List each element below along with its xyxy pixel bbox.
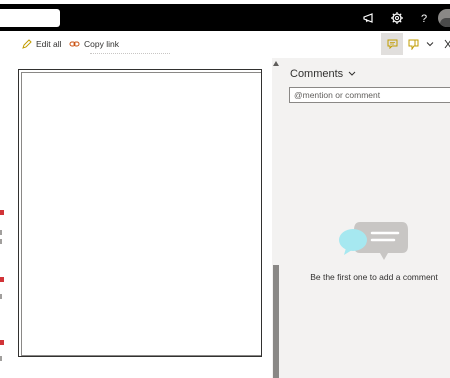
comment-input[interactable] — [289, 87, 450, 103]
nav-marker — [0, 239, 2, 244]
nav-marker — [0, 210, 4, 215]
pencil-icon — [22, 39, 32, 49]
nav-marker — [0, 230, 2, 235]
chevron-down-icon — [348, 71, 356, 76]
scrollbar-thumb[interactable] — [273, 265, 279, 378]
nav-marker — [0, 277, 4, 282]
megaphone-icon[interactable] — [362, 11, 376, 25]
nav-marker — [0, 294, 2, 299]
gear-icon[interactable] — [390, 11, 404, 25]
chevron-down-icon[interactable] — [426, 40, 434, 50]
comments-pane-toggle[interactable] — [381, 33, 403, 55]
link-icon — [69, 41, 80, 47]
avatar[interactable] — [438, 9, 450, 27]
copy-link-label: Copy link — [84, 39, 119, 49]
help-icon[interactable]: ? — [417, 11, 431, 25]
vertical-scrollbar[interactable] — [272, 58, 280, 378]
comments-header[interactable]: Comments — [290, 68, 356, 80]
svg-text:?: ? — [421, 13, 427, 25]
edit-all-label: Edit all — [36, 39, 62, 49]
comment-icon — [387, 39, 398, 49]
scroll-up-icon[interactable] — [273, 61, 279, 66]
nav-marker — [0, 356, 2, 361]
content-canvas[interactable] — [18, 69, 262, 357]
comments-pane: Comments Be the first one to add a comme… — [280, 58, 450, 378]
nav-marker — [0, 340, 4, 345]
comments-title: Comments — [290, 68, 344, 80]
copy-link-button[interactable]: Copy link — [69, 39, 119, 49]
close-icon[interactable] — [444, 39, 450, 51]
text-fragment — [90, 53, 170, 57]
conversation-bubbles-icon — [338, 220, 410, 266]
suite-header: ? — [0, 4, 450, 31]
search-box[interactable] — [0, 9, 60, 27]
command-bar: Edit all Copy link — [0, 31, 450, 58]
empty-comments-message: Be the first one to add a comment — [310, 272, 438, 282]
edit-all-button[interactable]: Edit all — [22, 39, 62, 49]
details-pane-icon[interactable] — [408, 39, 419, 52]
left-navigation-edge — [0, 58, 14, 378]
